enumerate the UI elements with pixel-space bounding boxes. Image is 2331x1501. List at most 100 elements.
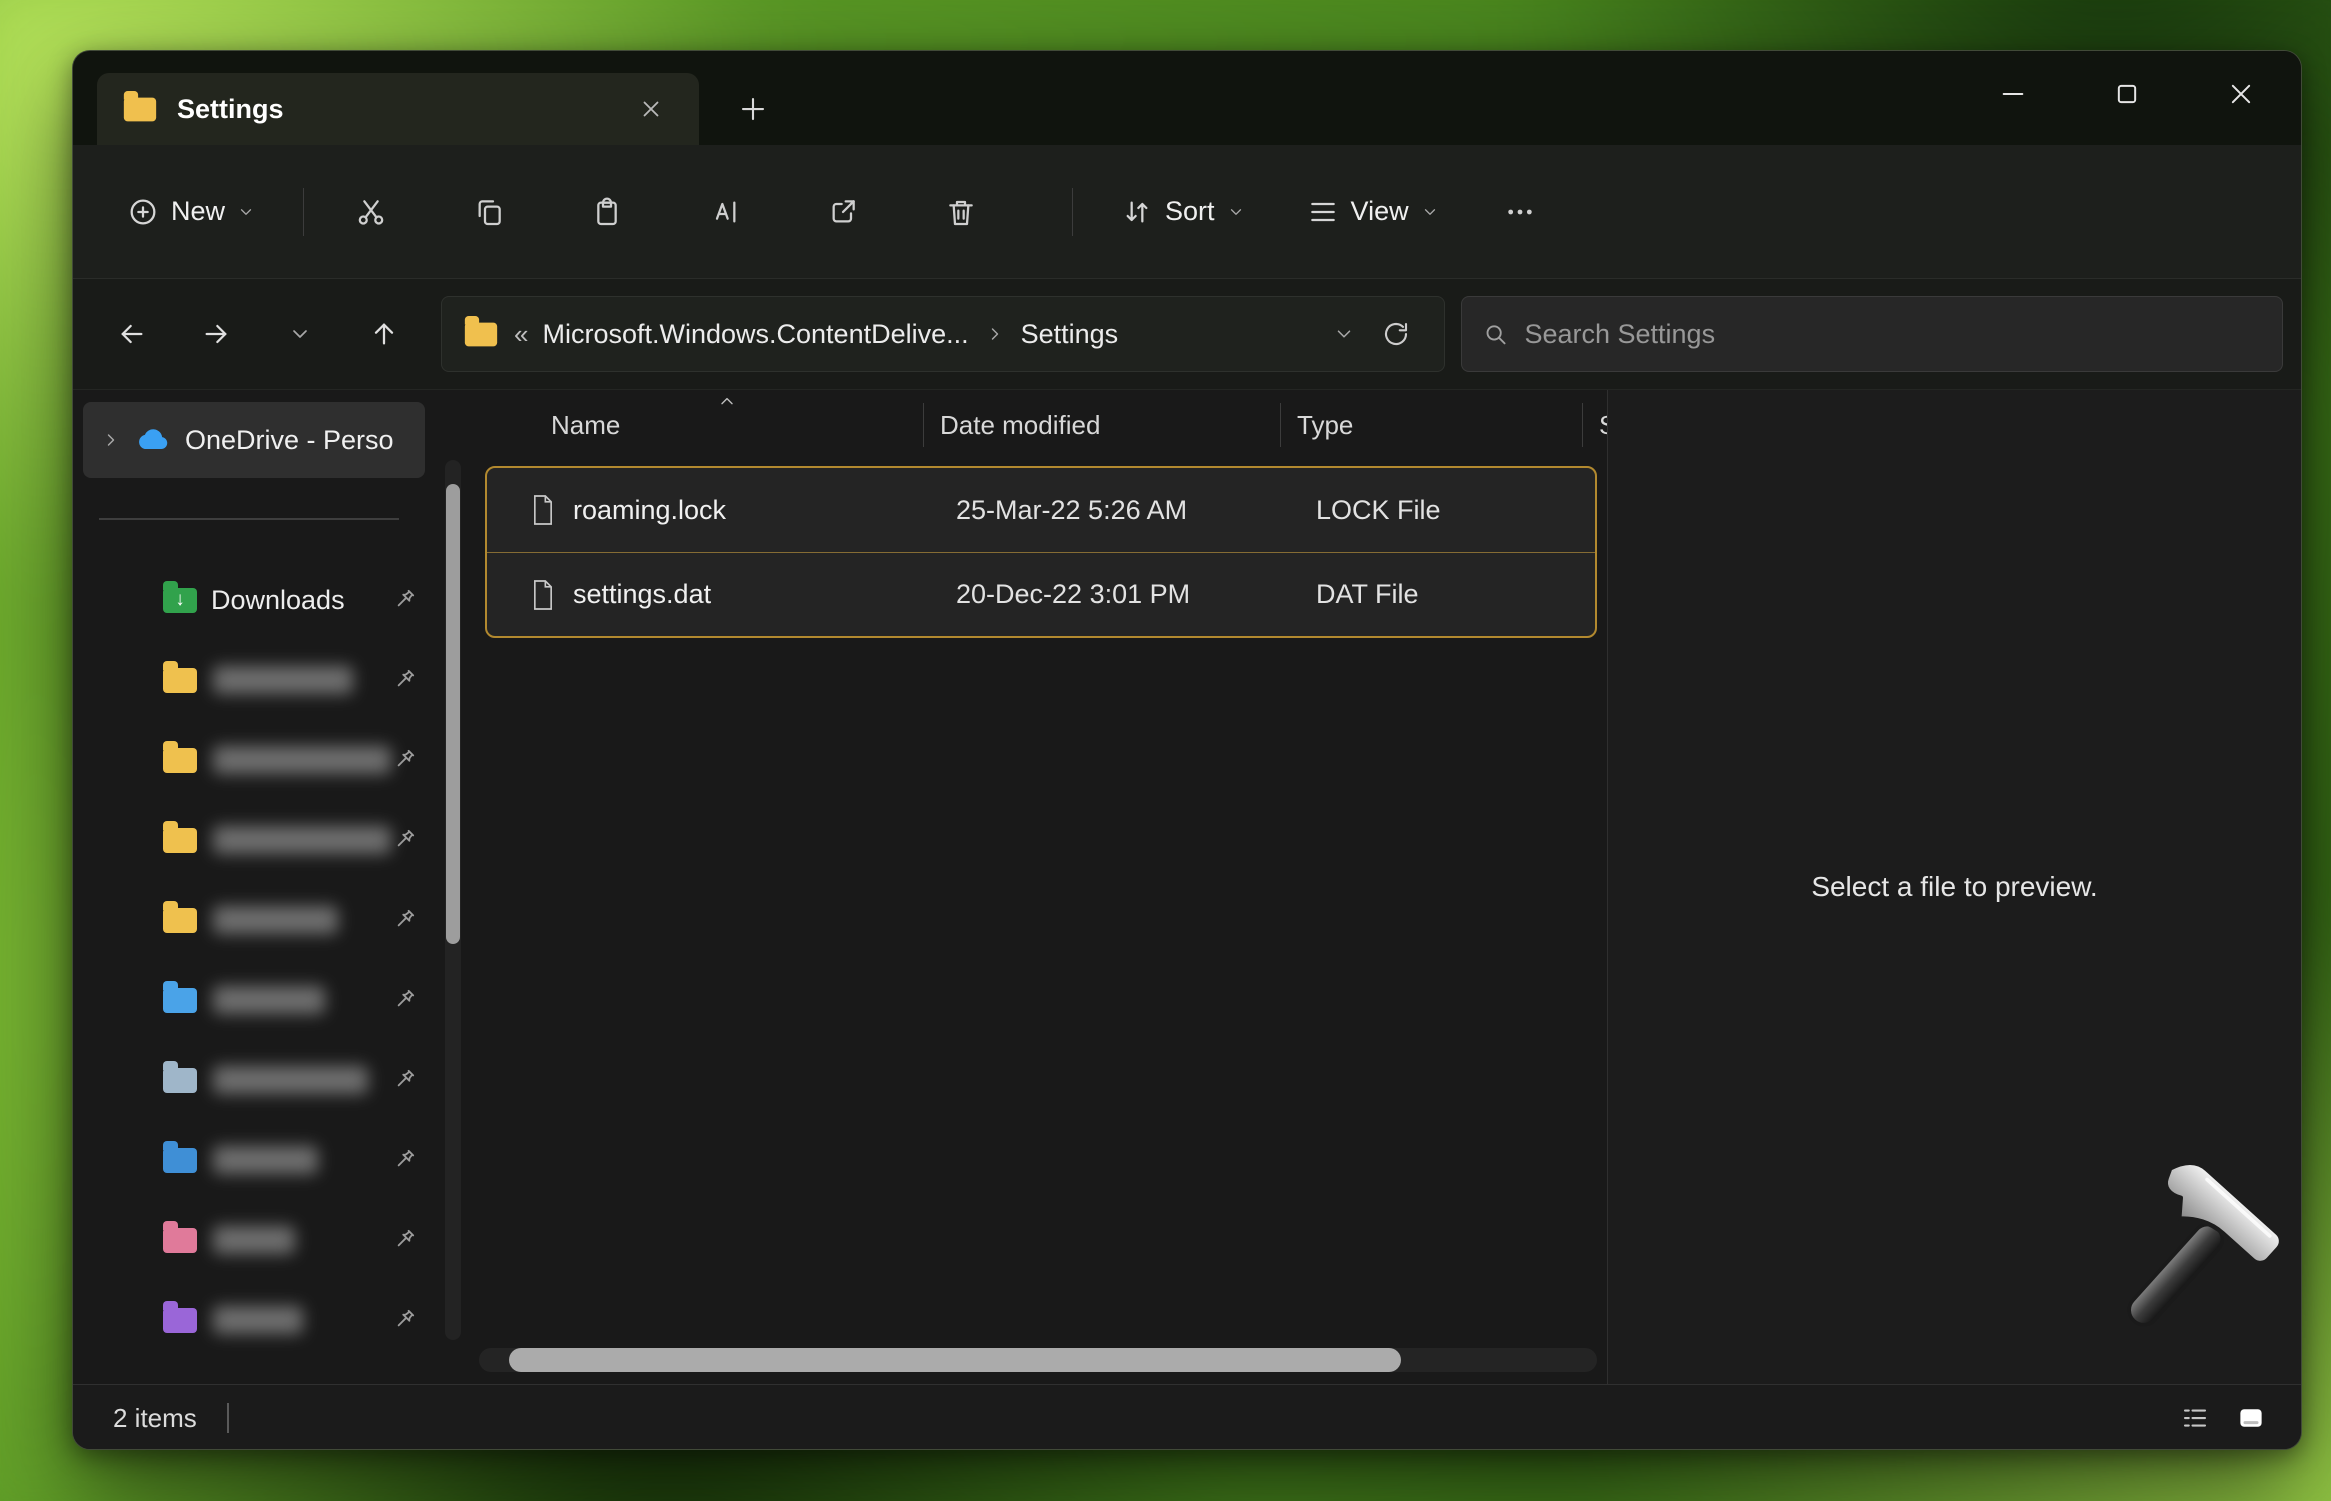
sidebar-scrollbar[interactable] (445, 460, 461, 1340)
breadcrumb-segment-parent[interactable]: Microsoft.Windows.ContentDelive... (542, 319, 968, 350)
new-button[interactable]: New (109, 169, 273, 255)
tab-close-icon[interactable] (629, 87, 673, 131)
more-options-button[interactable] (1483, 169, 1557, 255)
redacted-label (213, 986, 325, 1014)
sidebar-item-redacted[interactable] (73, 720, 469, 800)
folder-icon (124, 97, 156, 121)
sidebar-divider (99, 518, 399, 520)
chevron-down-icon (1227, 203, 1245, 221)
paste-button[interactable] (570, 169, 644, 255)
sidebar-item-onedrive[interactable]: OneDrive - Perso (83, 402, 425, 478)
tab-settings[interactable]: Settings (97, 73, 699, 145)
rename-button[interactable] (688, 169, 762, 255)
sidebar-item-redacted[interactable] (73, 800, 469, 880)
breadcrumb-overflow[interactable]: « (514, 319, 528, 350)
chevron-down-icon (237, 203, 255, 221)
chevron-right-icon (985, 324, 1005, 344)
navigation-pane: OneDrive - Perso Downloads (73, 390, 469, 1384)
folder-icon (163, 988, 197, 1013)
forward-button[interactable] (187, 305, 245, 363)
redacted-label (213, 1226, 295, 1254)
address-dropdown-button[interactable] (1318, 308, 1370, 360)
pin-icon (391, 747, 417, 773)
scissors-icon (355, 196, 387, 228)
file-type: LOCK File (1300, 495, 1595, 526)
sidebar-item-redacted[interactable] (73, 960, 469, 1040)
sidebar-item-redacted[interactable] (73, 1280, 469, 1360)
folder-icon (163, 1068, 197, 1093)
pin-icon (391, 987, 417, 1013)
folder-icon (163, 668, 197, 693)
folder-icon (163, 908, 197, 933)
file-date-modified: 20-Dec-22 3:01 PM (940, 579, 1300, 610)
redacted-label (213, 1146, 318, 1174)
large-icons-view-icon (2235, 1403, 2267, 1433)
search-icon (1482, 320, 1508, 348)
large-icons-view-toggle[interactable] (2227, 1394, 2275, 1442)
downloads-folder-icon (163, 588, 197, 613)
breadcrumb-segment-current[interactable]: Settings (1021, 319, 1119, 350)
file-name: roaming.lock (573, 495, 726, 526)
column-header-name[interactable]: Name (469, 403, 923, 447)
recent-locations-button[interactable] (271, 305, 329, 363)
sort-button[interactable]: Sort (1103, 169, 1263, 255)
address-bar[interactable]: « Microsoft.Windows.ContentDelive... Set… (441, 296, 1445, 372)
file-type: DAT File (1300, 579, 1595, 610)
file-row[interactable]: settings.dat 20-Dec-22 3:01 PM DAT File (487, 552, 1595, 636)
content-area: OneDrive - Perso Downloads (73, 390, 2301, 1384)
sidebar-item-redacted[interactable] (73, 1040, 469, 1120)
details-view-toggle[interactable] (2171, 1394, 2219, 1442)
sidebar-item-downloads[interactable]: Downloads (73, 560, 469, 640)
file-icon (529, 493, 557, 527)
column-header-size[interactable]: S (1582, 403, 1607, 447)
file-list-pane: Name Date modified Type S roaming.lock 2… (469, 390, 1607, 1384)
pin-icon (391, 827, 417, 853)
sidebar-item-redacted[interactable] (73, 640, 469, 720)
folder-icon (163, 828, 197, 853)
share-button[interactable] (806, 169, 880, 255)
maximize-button[interactable] (2095, 63, 2159, 125)
chevron-right-icon[interactable] (101, 430, 121, 450)
cut-button[interactable] (334, 169, 408, 255)
folder-icon (465, 322, 497, 346)
copy-icon (473, 196, 505, 228)
file-icon (529, 578, 557, 612)
column-header-date-modified[interactable]: Date modified (923, 403, 1280, 447)
horizontal-scrollbar-thumb[interactable] (509, 1348, 1401, 1372)
delete-button[interactable] (924, 169, 998, 255)
copy-button[interactable] (452, 169, 526, 255)
up-button[interactable] (355, 305, 413, 363)
sidebar-scrollbar-thumb[interactable] (446, 484, 460, 944)
back-button[interactable] (103, 305, 161, 363)
new-button-label: New (171, 196, 225, 227)
sidebar-item-redacted[interactable] (73, 1200, 469, 1280)
pin-icon (391, 1227, 417, 1253)
details-view-icon (2180, 1403, 2210, 1433)
window-controls (1981, 51, 2273, 137)
pin-icon (391, 1067, 417, 1093)
pinned-section: Downloads (73, 560, 469, 1360)
view-icon (1307, 196, 1339, 228)
sidebar-item-label: Downloads (211, 585, 345, 616)
pin-icon (391, 1147, 417, 1173)
view-button[interactable]: View (1289, 169, 1457, 255)
close-button[interactable] (2209, 63, 2273, 125)
share-icon (827, 196, 859, 228)
pin-icon (391, 907, 417, 933)
rename-icon (709, 196, 741, 228)
preview-pane: Select a file to preview. (1607, 390, 2301, 1384)
refresh-icon (1381, 319, 1411, 349)
plus-circle-icon (127, 196, 159, 228)
pin-icon (391, 587, 417, 613)
folder-icon (163, 1148, 197, 1173)
minimize-button[interactable] (1981, 63, 2045, 125)
file-row[interactable]: roaming.lock 25-Mar-22 5:26 AM LOCK File (487, 468, 1595, 552)
new-tab-button[interactable] (725, 81, 781, 137)
refresh-button[interactable] (1370, 308, 1422, 360)
search-input[interactable] (1524, 319, 2262, 350)
sidebar-item-redacted[interactable] (73, 880, 469, 960)
column-header-type[interactable]: Type (1280, 403, 1582, 447)
sidebar-item-redacted[interactable] (73, 1120, 469, 1200)
search-box[interactable] (1461, 296, 2283, 372)
trash-icon (945, 196, 977, 228)
